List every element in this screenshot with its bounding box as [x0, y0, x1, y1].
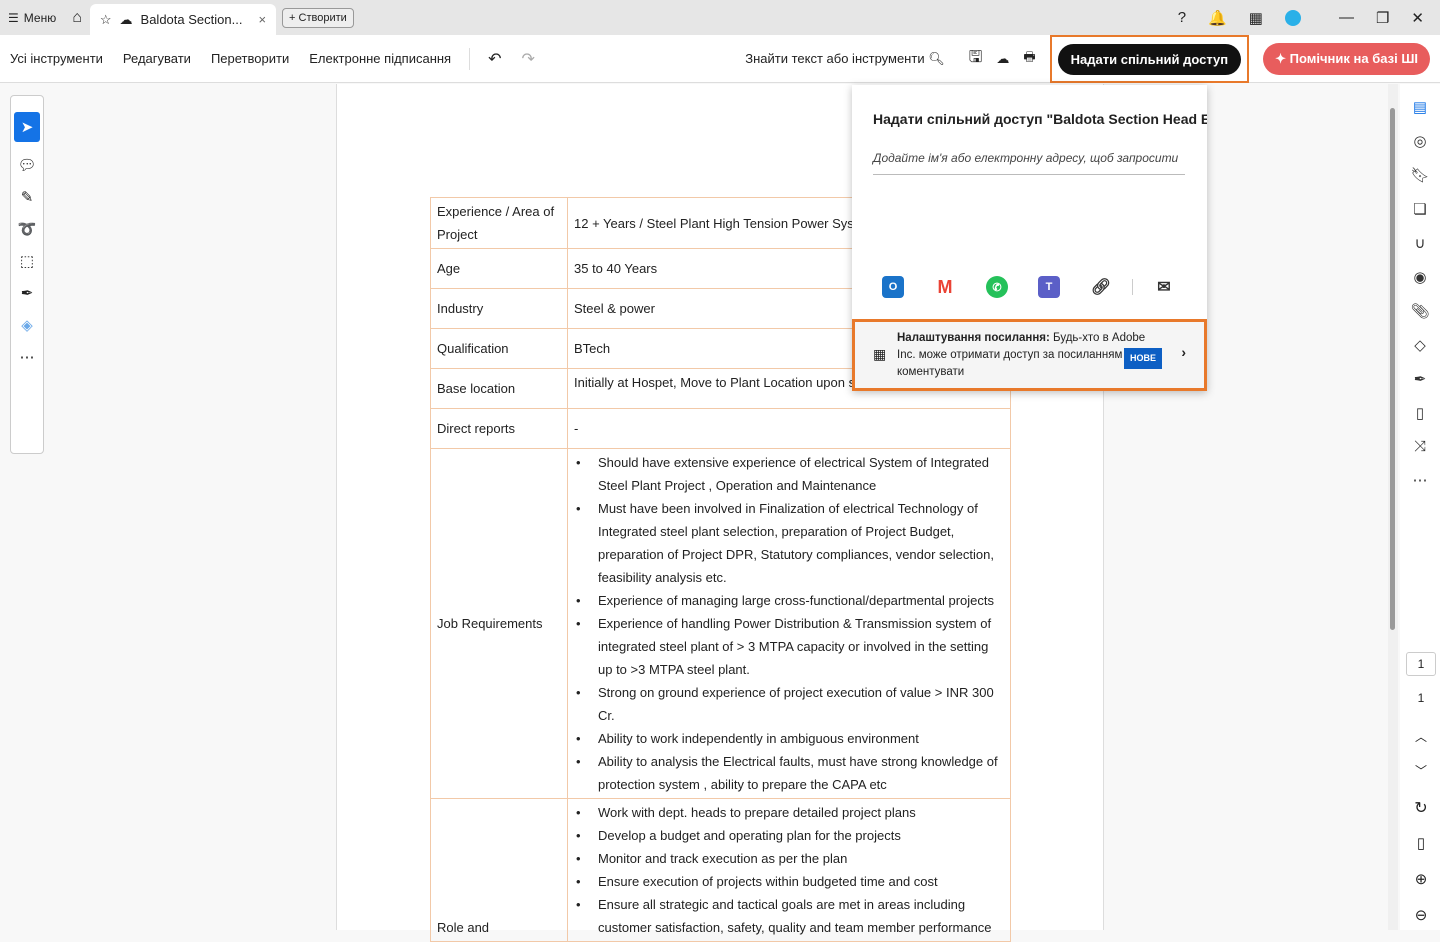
list-item: Develop a budget and operating plan for … — [574, 824, 1004, 847]
share-button[interactable]: Надати спільний доступ — [1057, 43, 1242, 75]
ai-assistant-button[interactable]: ✦ Помічник на базі ШІ — [1263, 43, 1430, 75]
save-icon[interactable]: 🖫 — [969, 46, 983, 73]
total-pages: 1 — [1417, 691, 1425, 705]
attachment-icon[interactable]: 📎︎ — [1410, 302, 1429, 320]
share-dialog: Надати спільний доступ "Baldota Section … — [852, 85, 1207, 391]
list-item: Strong on ground experience of project e… — [574, 681, 1004, 727]
close-window-button[interactable]: ✕ — [1411, 9, 1424, 27]
table-row: Direct reports - — [430, 408, 1011, 449]
tools-panel: ➤ 💬︎ ✎ ➰ ⬚ ✒ ◈ ⋯ — [10, 95, 44, 454]
home-button[interactable]: ⌂ — [64, 0, 90, 35]
list-item: Should have extensive experience of elec… — [574, 451, 1004, 497]
redo-icon[interactable]: ↷ — [512, 49, 545, 69]
rotate-icon[interactable]: ↻ — [1406, 798, 1436, 818]
compare-icon[interactable]: ⤨ — [1414, 438, 1426, 455]
highlight-tool-icon[interactable]: ✎ — [21, 188, 34, 206]
whatsapp-icon[interactable]: ✆ — [986, 276, 1008, 298]
table-row: Job Requirements Should have extensive e… — [430, 448, 1011, 799]
star-icon[interactable]: ☆ — [100, 12, 112, 28]
more-icon[interactable]: ⋯ — [1413, 471, 1428, 489]
divider — [469, 47, 471, 70]
teams-icon[interactable]: T — [1038, 276, 1060, 298]
current-page-field[interactable]: 1 — [1406, 652, 1436, 676]
select-tool-icon[interactable]: ➤ — [14, 112, 40, 142]
sign-icon[interactable]: ✒ — [1414, 370, 1427, 388]
undo-icon[interactable]: ↶ — [478, 49, 511, 69]
print-icon[interactable]: 🖶 — [1023, 48, 1035, 70]
list-item: Ability to analysis the Electrical fault… — [574, 750, 1004, 796]
comment-icon[interactable]: ◎ — [1413, 132, 1426, 150]
zoom-in-icon[interactable]: ⊕ — [1406, 870, 1436, 888]
fill-tool-icon[interactable]: ◈ — [21, 316, 33, 334]
avatar[interactable] — [1284, 9, 1301, 26]
list-item: Must have been involved in Finalization … — [574, 497, 1004, 589]
list-item: Experience of managing large cross-funct… — [574, 589, 1004, 612]
comment-tool-icon[interactable]: 💬︎ — [17, 156, 36, 174]
menu-button[interactable]: ☰ Меню — [0, 0, 64, 35]
prev-page-icon[interactable]: ︿ — [1406, 728, 1436, 745]
scrollbar-thumb[interactable] — [1390, 108, 1395, 630]
chevron-right-icon[interactable]: › — [1181, 344, 1186, 361]
share-dialog-title: Надати спільний доступ "Baldota Section … — [873, 111, 1207, 127]
apps-icon[interactable]: ▦ — [1249, 9, 1263, 27]
stamp-icon[interactable]: ∪ — [1415, 234, 1426, 252]
list-item: Ensure all strategic and tactical goals … — [574, 893, 1004, 939]
zoom-out-icon[interactable]: ⊖ — [1406, 906, 1436, 924]
target-icon[interactable]: ◉ — [1413, 268, 1426, 286]
hamburger-icon: ☰ — [8, 10, 19, 25]
menu-all-tools[interactable]: Усі інструменти — [0, 51, 113, 66]
scrollbar[interactable] — [1388, 84, 1398, 930]
new-badge: НОВЕ — [1123, 348, 1162, 369]
more-tools-icon[interactable]: ⋯ — [20, 348, 35, 366]
link-settings[interactable]: ▦ Налаштування посилання: Будь-хто в Ado… — [852, 319, 1207, 391]
text-select-tool-icon[interactable]: ⬚ — [20, 252, 34, 270]
share-highlight: Надати спільний доступ — [1049, 35, 1250, 83]
layers-icon[interactable]: ◇ — [1414, 336, 1426, 354]
list-item: Ability to work independently in ambiguo… — [574, 727, 1004, 750]
sign-tool-icon[interactable]: ✒ — [21, 284, 34, 302]
lasso-tool-icon[interactable]: ➰ — [18, 220, 37, 238]
building-icon: ▦ — [873, 346, 887, 362]
pages-icon[interactable]: ❏ — [1413, 200, 1426, 218]
toolbar: Усі інструменти Редагувати Перетворити Е… — [0, 35, 1440, 83]
ai-icon: ✦ — [1275, 51, 1287, 66]
menu-edit[interactable]: Редагувати — [113, 51, 201, 66]
outlook-icon[interactable]: O — [882, 276, 904, 298]
list-item: Ensure execution of projects within budg… — [574, 870, 1004, 893]
bookmark-icon[interactable]: 🔖︎ — [1410, 166, 1429, 184]
cloud-upload-icon[interactable]: ☁ — [996, 51, 1009, 67]
next-page-icon[interactable]: ﹀ — [1406, 762, 1436, 779]
title-bar: ☰ Меню ⌂ ☆ ☁ Baldota Section... × + Створити… — [0, 0, 1440, 35]
email-icon[interactable]: ✉ — [1153, 276, 1175, 298]
search-tools[interactable]: Знайти текст або інструменти 🔍︎ — [745, 51, 944, 67]
table-row: Role and Work with dept. heads to prepar… — [430, 798, 1011, 942]
list-item: Monitor and track execution as per the p… — [574, 847, 1004, 870]
document-tab[interactable]: ☆ ☁ Baldota Section... × — [89, 4, 277, 35]
divider — [1132, 279, 1133, 295]
edit-pdf-icon[interactable]: ▤ — [1413, 98, 1427, 116]
document-icon[interactable]: ▯ — [1416, 404, 1424, 422]
minimize-button[interactable]: — — [1339, 9, 1354, 26]
bell-icon[interactable]: 🔔 — [1208, 9, 1227, 27]
menu-esign[interactable]: Електронне підписання — [299, 51, 461, 66]
page-fit-icon[interactable]: ▯ — [1406, 834, 1436, 852]
gmail-icon[interactable]: M — [934, 276, 956, 298]
create-button[interactable]: + Створити — [282, 7, 354, 28]
copy-link-icon[interactable]: 🔗︎ — [1090, 276, 1112, 298]
list-item: Work with dept. heads to prepare detaile… — [574, 801, 1004, 824]
menu-convert[interactable]: Перетворити — [201, 51, 299, 66]
cloud-icon: ☁ — [119, 11, 133, 27]
restore-button[interactable]: ❐ — [1376, 9, 1389, 27]
search-icon: 🔍︎ — [928, 51, 945, 66]
close-tab-icon[interactable]: × — [258, 12, 266, 27]
help-icon[interactable]: ? — [1178, 9, 1186, 26]
list-item: Experience of handling Power Distributio… — [574, 612, 1004, 681]
invite-input[interactable]: Додайте ім'я або електронну адресу, щоб … — [873, 151, 1185, 175]
